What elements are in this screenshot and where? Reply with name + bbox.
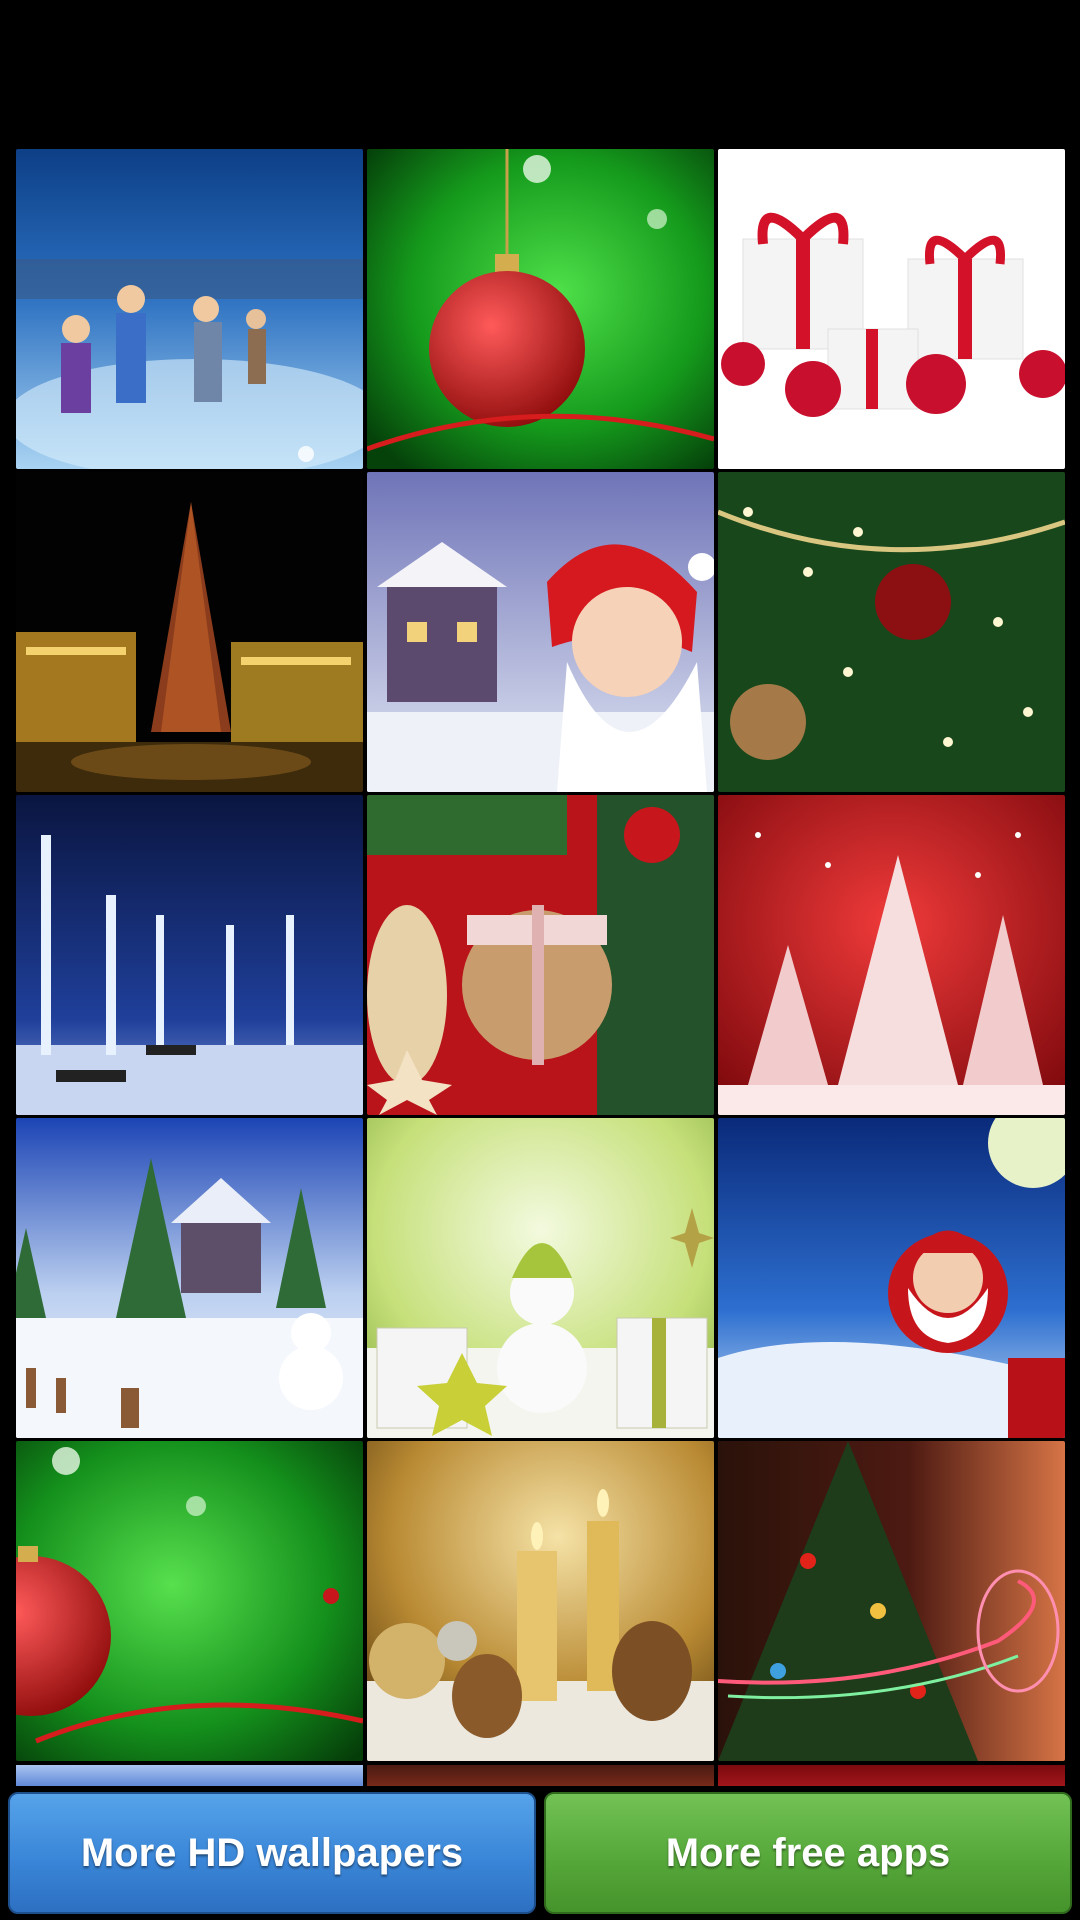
wallpaper-thumbnail[interactable] — [718, 472, 1065, 792]
wallpaper-thumbnail[interactable] — [367, 1118, 714, 1438]
wallpaper-thumbnail[interactable] — [16, 795, 363, 1115]
wallpaper-thumbnail[interactable] — [16, 472, 363, 792]
wallpaper-app: More HD wallpapers More free apps — [0, 0, 1080, 1920]
wallpaper-grid — [16, 149, 1065, 1761]
wallpaper-thumbnail[interactable] — [367, 795, 714, 1115]
wallpaper-thumbnail-partial[interactable] — [718, 1765, 1065, 1787]
more-free-apps-label: More free apps — [665, 1830, 951, 1875]
wallpaper-thumbnail[interactable] — [367, 1441, 714, 1761]
wallpaper-thumbnail-partial[interactable] — [367, 1765, 714, 1787]
more-hd-wallpapers-label: More HD wallpapers — [80, 1830, 464, 1875]
more-free-apps-button[interactable]: More free apps — [544, 1792, 1072, 1914]
wallpaper-thumbnail-partial[interactable] — [16, 1765, 363, 1787]
more-hd-wallpapers-button[interactable]: More HD wallpapers — [8, 1792, 536, 1914]
wallpaper-thumbnail[interactable] — [718, 795, 1065, 1115]
wallpaper-thumbnail[interactable] — [16, 1441, 363, 1761]
wallpaper-thumbnail[interactable] — [367, 472, 714, 792]
wallpaper-thumbnail[interactable] — [718, 1118, 1065, 1438]
next-row-peek — [16, 1765, 1065, 1787]
wallpaper-thumbnail[interactable] — [16, 1118, 363, 1438]
wallpaper-thumbnail[interactable] — [367, 149, 714, 469]
bottom-action-bar: More HD wallpapers More free apps — [0, 1786, 1080, 1920]
wallpaper-thumbnail[interactable] — [16, 149, 363, 469]
wallpaper-thumbnail[interactable] — [718, 1441, 1065, 1761]
wallpaper-thumbnail[interactable] — [718, 149, 1065, 469]
